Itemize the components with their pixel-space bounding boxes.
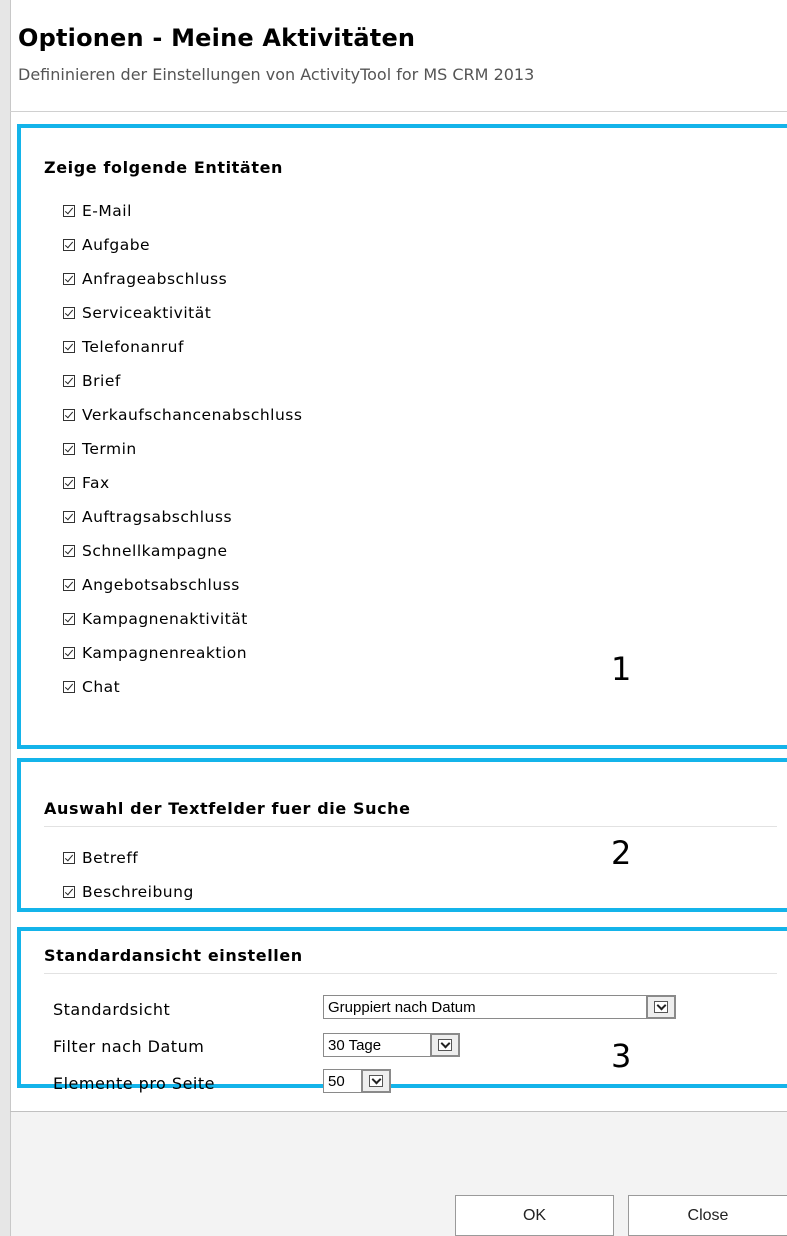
entities-checkbox-list: E-Mail Aufgabe Anfrageabschluss Serviceakti… xyxy=(63,194,302,704)
section-marker-1: 1 xyxy=(611,650,632,688)
entity-option[interactable]: Anfrageabschluss xyxy=(63,262,302,296)
elemente-value: 50 xyxy=(328,1072,345,1090)
section-marker-3: 3 xyxy=(611,1037,632,1075)
entity-option-label: Fax xyxy=(82,474,110,492)
checkbox-checked-icon[interactable] xyxy=(63,647,75,659)
entity-option-label: Serviceaktivität xyxy=(82,304,212,322)
default-view-divider xyxy=(44,973,777,974)
entity-option[interactable]: E-Mail xyxy=(63,194,302,228)
entity-option[interactable]: Fax xyxy=(63,466,302,500)
entity-option[interactable]: Chat xyxy=(63,670,302,704)
entity-option-label: Kampagnenaktivität xyxy=(82,610,248,628)
chevron-down-icon xyxy=(654,1001,668,1013)
standardsicht-value: Gruppiert nach Datum xyxy=(328,998,476,1016)
filter-label: Filter nach Datum xyxy=(53,1037,205,1056)
entity-option[interactable]: Telefonanruf xyxy=(63,330,302,364)
checkbox-checked-icon[interactable] xyxy=(63,477,75,489)
checkbox-checked-icon[interactable] xyxy=(63,579,75,591)
entity-option[interactable]: Aufgabe xyxy=(63,228,302,262)
filter-select[interactable]: 30 Tage xyxy=(323,1033,460,1057)
search-fields-divider xyxy=(44,826,777,827)
search-fields-section: Auswahl der Textfelder fuer die Suche Be… xyxy=(17,758,787,912)
header-divider xyxy=(10,111,787,112)
entity-option[interactable]: Serviceaktivität xyxy=(63,296,302,330)
entity-option-label: Auftragsabschluss xyxy=(82,508,233,526)
default-view-section: Standardansicht einstellen Standardsicht… xyxy=(17,927,787,1093)
search-fields-checkbox-list: Betreff Beschreibung xyxy=(63,841,194,909)
checkbox-checked-icon[interactable] xyxy=(63,341,75,353)
section-marker-2: 2 xyxy=(611,834,632,872)
chevron-down-icon xyxy=(438,1039,452,1051)
checkbox-checked-icon[interactable] xyxy=(63,239,75,251)
elemente-select[interactable]: 50 xyxy=(323,1069,391,1093)
checkbox-checked-icon[interactable] xyxy=(63,852,75,864)
elemente-label: Elemente pro Seite xyxy=(53,1074,215,1093)
entities-section: Zeige folgende Entitäten E-Mail Aufgabe An… xyxy=(17,124,787,749)
checkbox-checked-icon[interactable] xyxy=(63,613,75,625)
entity-option-label: Chat xyxy=(82,678,121,696)
checkbox-checked-icon[interactable] xyxy=(63,886,75,898)
search-field-option-label: Betreff xyxy=(82,849,139,867)
search-field-option[interactable]: Betreff xyxy=(63,841,194,875)
dialog-left-frame-line xyxy=(10,0,11,1236)
checkbox-checked-icon[interactable] xyxy=(63,273,75,285)
entity-option[interactable]: Schnellkampagne xyxy=(63,534,302,568)
entity-option-label: Brief xyxy=(82,372,121,390)
entity-option-label: E-Mail xyxy=(82,202,132,220)
entity-option-label: Termin xyxy=(82,440,137,458)
dialog-left-frame xyxy=(0,0,10,1236)
entity-option[interactable]: Kampagnenreaktion xyxy=(63,636,302,670)
checkbox-checked-icon[interactable] xyxy=(63,545,75,557)
standardsicht-label: Standardsicht xyxy=(53,1000,171,1019)
standardsicht-dropdown-button[interactable] xyxy=(646,995,676,1019)
entity-option-label: Schnellkampagne xyxy=(82,542,228,560)
entity-option-label: Verkaufschancenabschluss xyxy=(82,406,303,424)
checkbox-checked-icon[interactable] xyxy=(63,307,75,319)
dialog-subtitle: Defininieren der Einstellungen von Activ… xyxy=(18,65,535,84)
checkbox-checked-icon[interactable] xyxy=(63,375,75,387)
default-view-heading: Standardansicht einstellen xyxy=(44,946,303,965)
search-field-option-label: Beschreibung xyxy=(82,883,194,901)
entity-option[interactable]: Termin xyxy=(63,432,302,466)
checkbox-checked-icon[interactable] xyxy=(63,205,75,217)
entity-option-label: Angebotsabschluss xyxy=(82,576,240,594)
entity-option[interactable]: Verkaufschancenabschluss xyxy=(63,398,302,432)
filter-dropdown-button[interactable] xyxy=(430,1033,460,1057)
elemente-dropdown-button[interactable] xyxy=(361,1069,391,1093)
standardsicht-select[interactable]: Gruppiert nach Datum xyxy=(323,995,676,1019)
close-button[interactable]: Close xyxy=(628,1195,787,1236)
ok-button[interactable]: OK xyxy=(455,1195,614,1236)
filter-value: 30 Tage xyxy=(328,1036,382,1054)
checkbox-checked-icon[interactable] xyxy=(63,681,75,693)
entity-option[interactable]: Angebotsabschluss xyxy=(63,568,302,602)
entity-option-label: Telefonanruf xyxy=(82,338,184,356)
entity-option-label: Aufgabe xyxy=(82,236,151,254)
entity-option-label: Anfrageabschluss xyxy=(82,270,228,288)
checkbox-checked-icon[interactable] xyxy=(63,511,75,523)
dialog-title: Optionen - Meine Aktivitäten xyxy=(18,24,416,52)
search-field-option[interactable]: Beschreibung xyxy=(63,875,194,909)
checkbox-checked-icon[interactable] xyxy=(63,409,75,421)
entity-option[interactable]: Auftragsabschluss xyxy=(63,500,302,534)
entity-option-label: Kampagnenreaktion xyxy=(82,644,248,662)
chevron-down-icon xyxy=(369,1075,383,1087)
entity-option[interactable]: Kampagnenaktivität xyxy=(63,602,302,636)
entities-heading: Zeige folgende Entitäten xyxy=(44,158,284,177)
search-fields-heading: Auswahl der Textfelder fuer die Suche xyxy=(44,799,411,818)
checkbox-checked-icon[interactable] xyxy=(63,443,75,455)
entity-option[interactable]: Brief xyxy=(63,364,302,398)
